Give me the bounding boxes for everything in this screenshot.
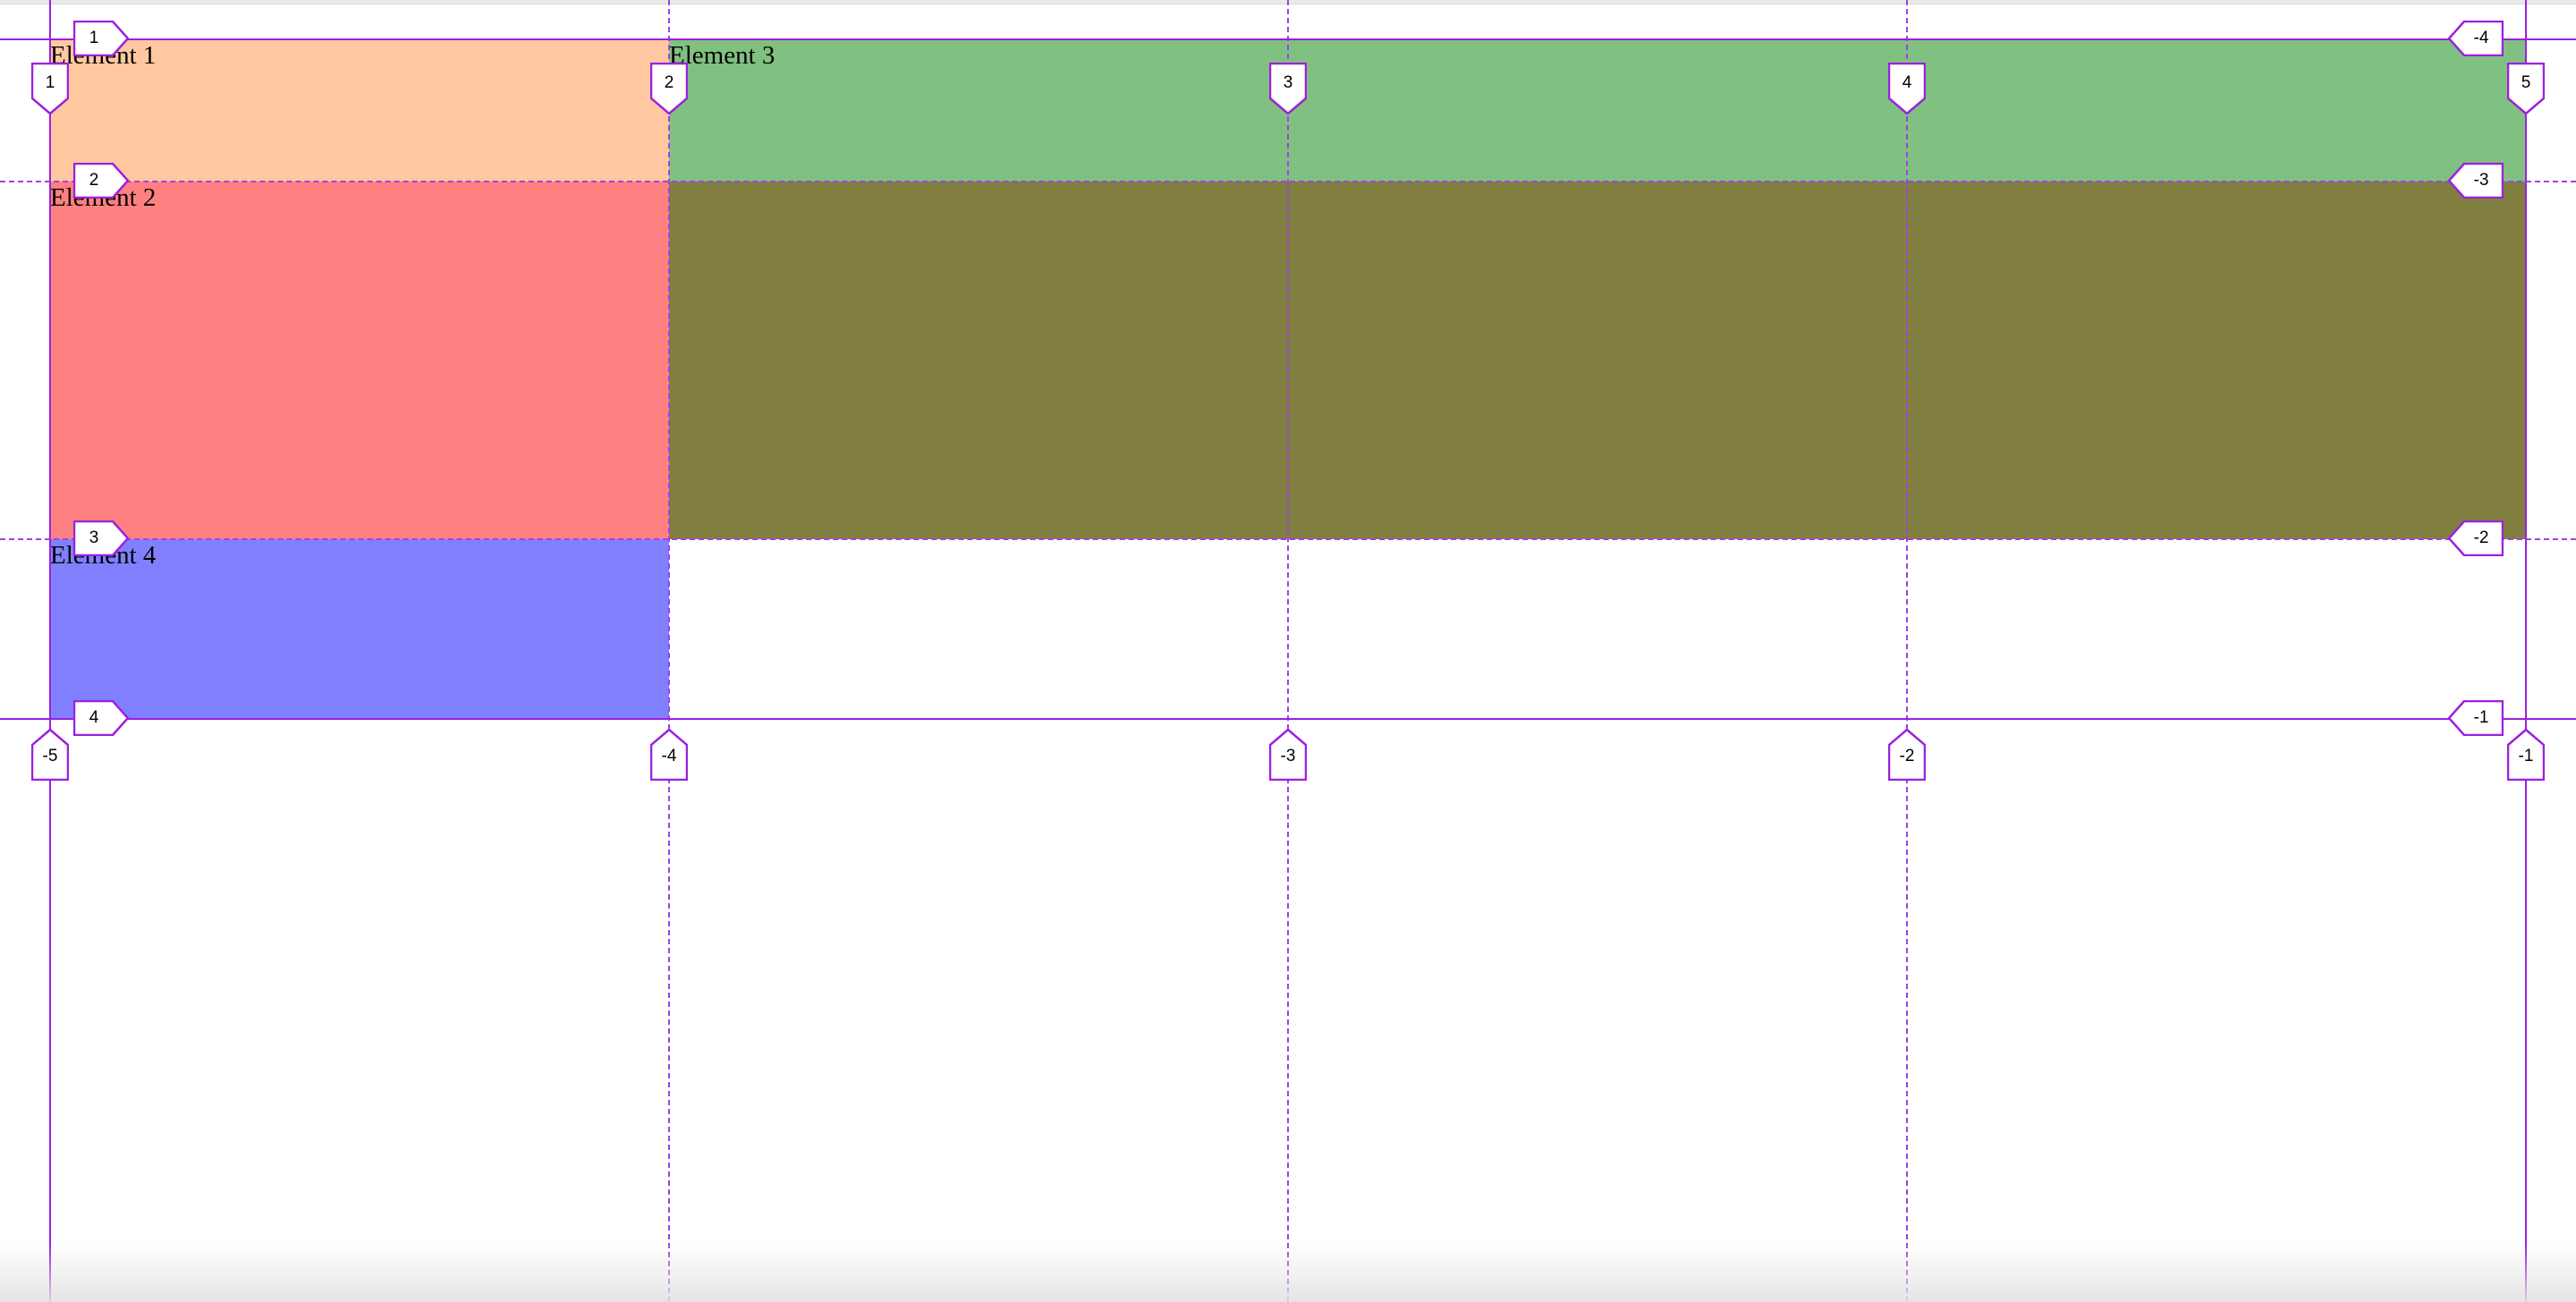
column-line-badge-neg-5: -5	[31, 729, 69, 781]
grid-column-line-1	[49, 0, 51, 1302]
grid-row-line-2	[0, 181, 2576, 182]
column-line-badge-neg-4: -4	[650, 729, 688, 781]
grid-column-line-2	[668, 0, 670, 1302]
row-line-badge-3: 3	[73, 520, 129, 556]
row-line-badge-neg-1: -1	[2448, 700, 2504, 736]
column-line-badge-2: 2	[650, 63, 688, 114]
column-line-badge-neg-2: -2	[1888, 729, 1926, 781]
column-line-badge-5: 5	[2507, 63, 2545, 114]
column-line-badge-4: 4	[1888, 63, 1926, 114]
column-line-badge-1: 1	[31, 63, 69, 114]
grid-column-line-4	[1906, 0, 1908, 1302]
column-line-badge-neg-3: -3	[1269, 729, 1307, 781]
row-line-badge-neg-2: -2	[2448, 520, 2504, 556]
grid-element-2-3-overlap	[669, 182, 2526, 539]
grid-row-line-3	[0, 538, 2576, 540]
viewport-bottom-shadow	[0, 1243, 2576, 1302]
grid-column-line-3	[1287, 0, 1289, 1302]
grid-element-1: Element 1	[50, 39, 669, 182]
grid-element-3: Element 3	[669, 39, 2526, 182]
column-line-badge-3: 3	[1269, 63, 1307, 114]
grid-element-4: Element 4	[50, 539, 669, 719]
row-line-badge-neg-3: -3	[2448, 163, 2504, 199]
grid-row-line-4	[0, 718, 2576, 720]
grid-column-line-5	[2525, 0, 2527, 1302]
row-line-badge-1: 1	[73, 21, 129, 56]
row-line-badge-neg-4: -4	[2448, 21, 2504, 56]
row-line-badge-4: 4	[73, 700, 129, 736]
grid-element-2: Element 2	[50, 182, 669, 539]
grid-row-line-1	[0, 38, 2576, 40]
row-line-badge-2: 2	[73, 163, 129, 199]
column-line-badge-neg-1: -1	[2507, 729, 2545, 781]
